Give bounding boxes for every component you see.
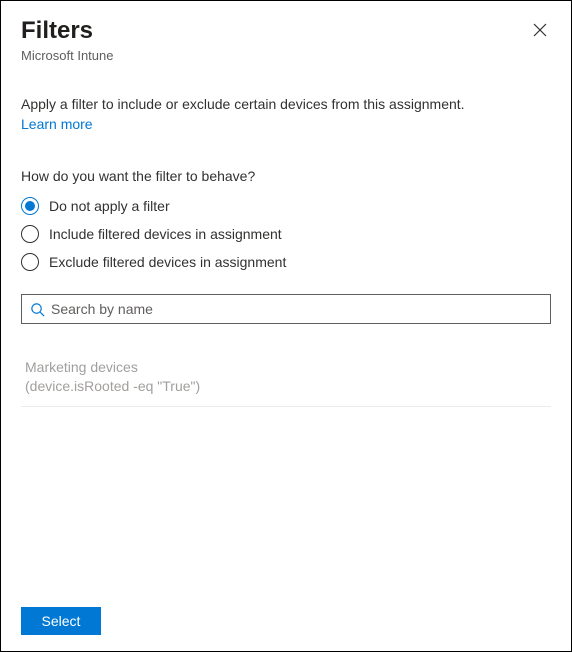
radio-include[interactable]: Include filtered devices in assignment — [21, 220, 551, 248]
radio-do-not-apply[interactable]: Do not apply a filter — [21, 192, 551, 220]
description-text: Apply a filter to include or exclude cer… — [21, 95, 551, 115]
filter-mode-radio-group: Do not apply a filter Include filtered d… — [21, 192, 551, 276]
close-button[interactable] — [529, 19, 551, 44]
panel-footer: Select — [1, 595, 571, 651]
search-icon — [30, 302, 45, 317]
radio-label: Exclude filtered devices in assignment — [49, 254, 286, 270]
spacer — [21, 407, 551, 595]
learn-more-link[interactable]: Learn more — [21, 116, 93, 132]
radio-icon — [21, 197, 39, 215]
header-text-block: Filters Microsoft Intune — [21, 17, 114, 63]
search-input[interactable] — [51, 301, 542, 317]
panel-title: Filters — [21, 17, 114, 46]
filter-item-rule: (device.isRooted -eq "True") — [25, 377, 547, 396]
radio-icon — [21, 225, 39, 243]
filter-list-item[interactable]: Marketing devices (device.isRooted -eq "… — [21, 352, 551, 407]
panel-subtitle: Microsoft Intune — [21, 48, 114, 63]
radio-label: Do not apply a filter — [49, 198, 170, 214]
radio-exclude[interactable]: Exclude filtered devices in assignment — [21, 248, 551, 276]
radio-label: Include filtered devices in assignment — [49, 226, 282, 242]
close-icon — [533, 23, 547, 37]
select-button[interactable]: Select — [21, 607, 101, 635]
panel-body[interactable]: Apply a filter to include or exclude cer… — [1, 75, 571, 595]
search-field-wrapper[interactable] — [21, 294, 551, 324]
panel-header: Filters Microsoft Intune — [1, 1, 571, 75]
filter-item-name: Marketing devices — [25, 359, 138, 375]
filter-results-list: Marketing devices (device.isRooted -eq "… — [21, 352, 551, 407]
radio-icon — [21, 253, 39, 271]
behavior-prompt: How do you want the filter to behave? — [21, 168, 551, 184]
